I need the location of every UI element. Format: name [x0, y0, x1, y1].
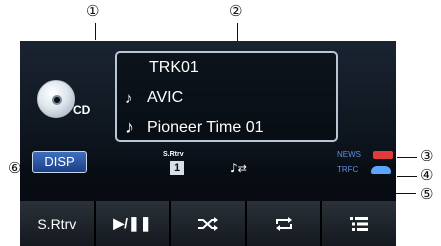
- music-note-icon: ♪: [125, 117, 134, 137]
- callout-2: ②: [229, 2, 243, 20]
- title-row: ♪ Pioneer Time 01: [125, 117, 264, 138]
- callout-5: ⑤: [420, 185, 434, 203]
- cd-disc-icon: [37, 80, 75, 118]
- srtrv-indicator-label: S.Rtrv: [163, 151, 184, 158]
- news-label: NEWS: [337, 150, 361, 159]
- callout-2-leader: [237, 23, 238, 43]
- callout-4-leader: [397, 176, 417, 177]
- list-button[interactable]: [322, 201, 396, 246]
- track-title: Pioneer Time 01: [147, 118, 264, 136]
- track-info-box: TRK01 ♪ AVIC ♪ Pioneer Time 01: [115, 51, 338, 142]
- list-icon: [350, 216, 369, 231]
- repeat-icon: [275, 216, 292, 231]
- shuffle-button[interactable]: [171, 201, 245, 246]
- callout-1-leader: [95, 23, 96, 40]
- source-indicator: CD: [27, 75, 97, 139]
- disp-button[interactable]: DISP: [32, 151, 87, 173]
- repeat-icon: ⇄: [237, 162, 247, 175]
- audio-screen: CD TRK01 ♪ AVIC ♪ Pioneer Time 01 DISP S…: [20, 41, 396, 246]
- srtrv-button[interactable]: S.Rtrv: [20, 201, 94, 246]
- play-pause-icon: ▶/❚❚: [113, 215, 152, 231]
- news-trfc-indicators: NEWS TRFC: [335, 148, 396, 178]
- callout-4: ④: [420, 166, 434, 184]
- artist-name: AVIC: [147, 89, 184, 106]
- music-note-icon: ♪: [230, 161, 238, 175]
- trfc-label: TRFC: [337, 165, 359, 174]
- artist-row: ♪ AVIC: [125, 89, 183, 107]
- track-number: TRK01: [149, 59, 199, 76]
- trfc-car-icon: [371, 166, 391, 174]
- srtrv-indicator-value: 1: [170, 161, 184, 175]
- callout-1: ①: [86, 2, 100, 20]
- artist-icon: ♪: [125, 89, 133, 107]
- shuffle-icon: [197, 216, 218, 231]
- source-label: CD: [73, 103, 91, 117]
- callout-3: ③: [420, 147, 434, 165]
- news-icon: [373, 151, 393, 159]
- play-pause-button[interactable]: ▶/❚❚: [95, 201, 170, 246]
- control-button-bar: S.Rtrv ▶/❚❚: [20, 201, 396, 246]
- repeat-button[interactable]: [246, 201, 321, 246]
- repeat-mode-indicator: ♪⇄: [230, 161, 258, 175]
- callout-3-leader: [397, 157, 417, 158]
